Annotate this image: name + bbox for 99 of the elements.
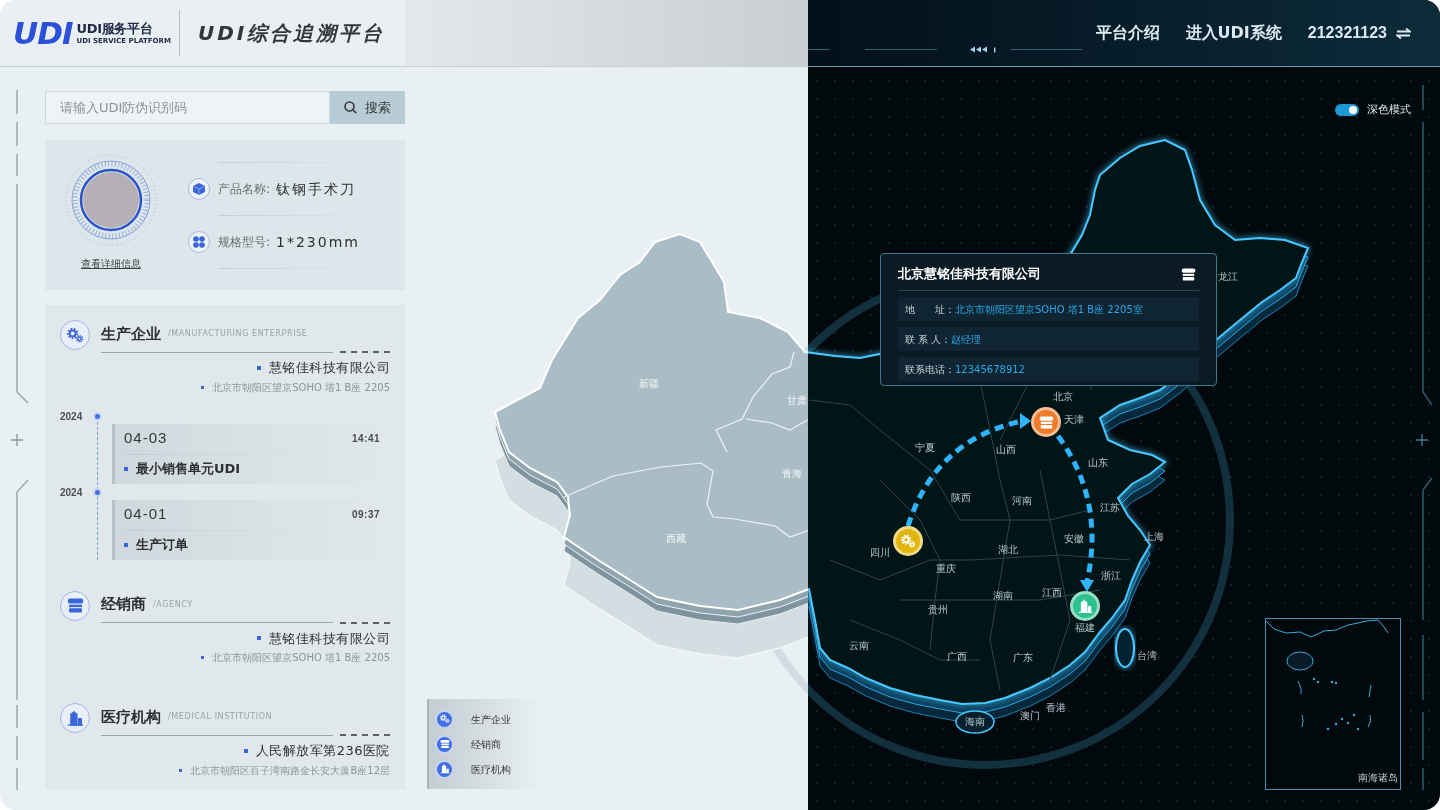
cube-icon xyxy=(188,178,210,200)
popup-field-value: 12345678912 xyxy=(955,362,1025,377)
event-label: 最小销售单元UDI xyxy=(136,460,241,479)
province-label: 江苏 xyxy=(1100,503,1120,513)
triple-arrow-icon xyxy=(970,46,996,53)
field-value: 1*230mm xyxy=(276,232,360,252)
bullet-icon xyxy=(201,656,205,659)
legend-label: 医疗机构 xyxy=(471,762,511,777)
popup-field-value: 北京市朝阳区望京SOHO 塔1 B座 2205室 xyxy=(955,302,1143,317)
detail-link[interactable]: 查看详细信息 xyxy=(81,256,141,271)
search-button[interactable]: 搜索 xyxy=(330,91,405,124)
event-time: 14:41 xyxy=(351,432,380,446)
stage-title: 经销商 xyxy=(101,594,146,616)
province-label: 广东 xyxy=(1013,653,1033,663)
province-label: 贵州 xyxy=(928,605,948,615)
platform-title: UDI综合追溯平台 xyxy=(197,20,386,47)
province-label: 山西 xyxy=(996,445,1016,455)
bullet-icon xyxy=(124,467,128,471)
search-field[interactable]: 请输入UDI防伪识别码 xyxy=(45,91,330,124)
province-label: 甘肃 xyxy=(787,396,807,406)
plus-icon xyxy=(1416,434,1428,446)
company-name: 慧铭佳科技有限公司 xyxy=(268,359,390,377)
field-value: 钛钢手术刀 xyxy=(276,179,357,199)
event-time: 09:37 xyxy=(351,508,380,522)
province-label: 浙江 xyxy=(1101,571,1121,581)
agency-legend-icon xyxy=(435,734,454,754)
province-label: 四川 xyxy=(870,548,890,558)
province-label: 宁夏 xyxy=(915,443,935,453)
popup-field-label: 地 址： xyxy=(905,302,955,317)
province-label: 河南 xyxy=(1012,496,1032,506)
logo-name: UDI服务平台 xyxy=(76,21,154,35)
province-label: 龙江 xyxy=(1218,272,1238,282)
stage-subtitle: /MANUFACTURING ENTERPRISE xyxy=(168,328,308,340)
province-label: 陕西 xyxy=(951,493,971,503)
event-year: 2024 xyxy=(60,486,84,500)
inset-label: 南海诸岛 xyxy=(1358,773,1398,783)
province-label: 澳门 xyxy=(1020,711,1040,721)
bullet-icon xyxy=(124,543,128,547)
event-year: 2024 xyxy=(60,410,84,424)
province-label: 西藏 xyxy=(666,534,686,544)
company-address: 北京市朝阳区望京SOHO 塔1 B座 2205 xyxy=(212,380,390,395)
province-label: 北京 xyxy=(1053,392,1073,402)
stage-title: 生产企业 xyxy=(101,323,161,345)
company-address: 北京市朝阳区望京SOHO 塔1 B座 2205 xyxy=(212,651,390,665)
province-label: 海南 xyxy=(965,717,985,727)
bullet-icon xyxy=(256,636,261,641)
province-label: 天津 xyxy=(1064,415,1084,425)
province-label: 山东 xyxy=(1088,458,1108,468)
nav-link[interactable]: 平台介绍 xyxy=(1095,21,1160,45)
province-label: 安徽 xyxy=(1064,534,1084,544)
stage-title: 医疗机构 xyxy=(101,706,161,728)
field-label: 产品名称: xyxy=(218,181,271,198)
event-date: 04-01 xyxy=(124,504,168,525)
bullet-icon xyxy=(256,365,261,370)
company-address: 北京市朝阳区百子湾南路金长安大厦B座12层 xyxy=(190,763,390,778)
province-label: 新疆 xyxy=(639,379,659,389)
hospital-legend-icon xyxy=(435,759,454,779)
province-label: 湖南 xyxy=(993,591,1013,601)
province-label: 上海 xyxy=(1144,532,1164,542)
event-label: 生产订单 xyxy=(136,536,188,555)
province-label: 青海 xyxy=(782,469,802,479)
search-icon xyxy=(344,101,357,114)
stage-subtitle: /MEDICAL INSTITUTION xyxy=(168,711,273,723)
store-icon xyxy=(1181,266,1196,282)
province-label: 香港 xyxy=(1046,703,1066,713)
photo-placeholder xyxy=(83,172,139,228)
province-label: 福建 xyxy=(1075,623,1095,633)
agency-icon xyxy=(60,590,90,621)
popup-field-value: 赵经理 xyxy=(951,332,982,347)
province-label: 云南 xyxy=(849,641,869,651)
company-name: 慧铭佳科技有限公司 xyxy=(268,629,390,648)
province-label: 重庆 xyxy=(936,564,956,574)
popup-field-label: 联系电话： xyxy=(905,362,955,377)
company-name: 人民解放军第236医院 xyxy=(255,742,390,760)
nav-link[interactable]: 进入UDI系统 xyxy=(1185,21,1282,45)
swap-arrows-icon[interactable] xyxy=(1396,27,1411,39)
account-id: 212321123 xyxy=(1307,23,1387,43)
bullet-icon xyxy=(179,768,183,772)
toggle-label: 深色模式 xyxy=(1367,102,1411,118)
field-label: 规格型号: xyxy=(218,234,271,251)
plus-icon xyxy=(11,434,23,446)
bullet-icon xyxy=(243,748,248,753)
province-label: 湖北 xyxy=(998,545,1018,555)
province-label: 台湾 xyxy=(1137,651,1157,661)
province-label: 广西 xyxy=(947,652,967,662)
toggle-switch[interactable] xyxy=(1335,104,1359,117)
hospital-icon xyxy=(60,703,90,733)
manufacturer-icon xyxy=(60,320,90,350)
clover-icon xyxy=(188,231,210,253)
bullet-icon xyxy=(201,385,205,389)
legend-label: 生产企业 xyxy=(471,712,511,727)
manufacturer-legend-icon xyxy=(435,709,454,729)
stage-subtitle: /AGENCY xyxy=(153,598,193,611)
logo-mark: UDI xyxy=(13,17,73,49)
popup-title: 北京慧铭佳科技有限公司 xyxy=(898,265,1041,284)
province-label: 江西 xyxy=(1042,588,1062,598)
legend-label: 经销商 xyxy=(471,737,501,752)
event-date: 04-03 xyxy=(124,428,168,449)
popup-field-label: 联 系 人： xyxy=(905,332,952,347)
